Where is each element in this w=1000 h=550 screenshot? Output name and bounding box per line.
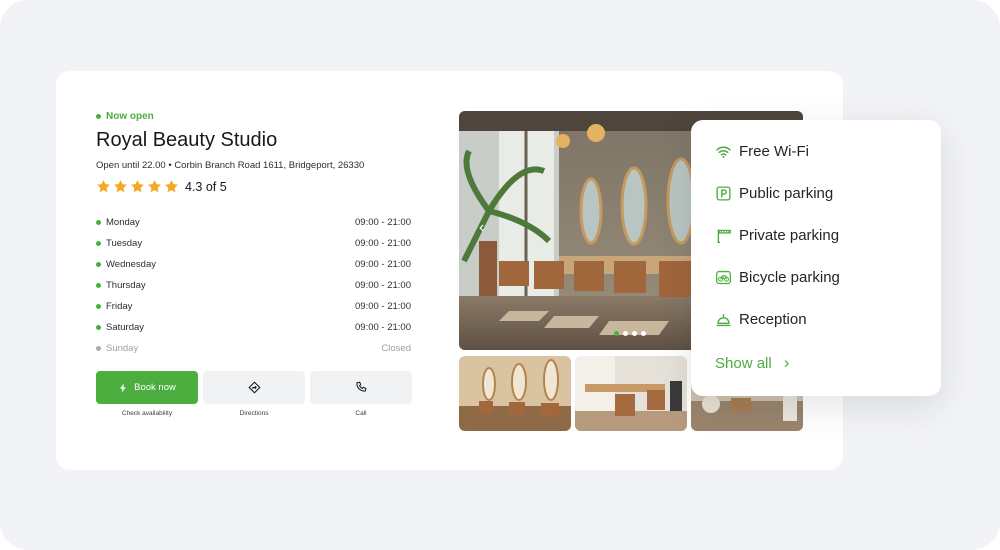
amenity-item: Private parking [715,227,839,244]
rating-text: 4.3 of 5 [185,179,227,194]
wifi-icon [716,146,731,158]
hours-value: 09:00 - 21:00 [355,217,411,228]
status-dot [96,346,101,351]
gallery-thumbnail[interactable] [459,356,571,431]
book-now-button[interactable]: Book now [96,371,198,404]
hours-value: 09:00 - 21:00 [355,259,411,270]
amenity-item: Free Wi-Fi [715,143,809,160]
amenity-item: Public parking [715,185,833,202]
hours-row: Thursday 09:00 - 21:00 [96,275,411,296]
carousel-indicators [614,331,650,336]
open-status: Now open [96,111,154,122]
hours-row: Tuesday 09:00 - 21:00 [96,233,411,254]
amenity-label: Free Wi-Fi [739,143,809,160]
star-icon [97,180,110,193]
status-dot [96,304,101,309]
status-dot [96,114,101,119]
hours-row: Saturday 09:00 - 21:00 [96,317,411,338]
amenities-panel: Free Wi-Fi Public parking Private parkin… [691,120,941,396]
gallery-thumbnail[interactable] [575,356,687,431]
book-action: Book now Check availability [96,371,198,417]
carousel-dot[interactable] [623,331,628,336]
amenity-label: Private parking [739,227,840,244]
status-text: Now open [106,111,154,122]
book-caption: Check availability [121,410,173,417]
bell-icon [716,313,731,327]
day-label: Friday [106,301,133,312]
call-caption: Call [355,410,367,417]
status-dot [96,241,101,246]
hours-row: Wednesday 09:00 - 21:00 [96,254,411,275]
directions-action: Directions [203,371,305,417]
hours-row: Monday 09:00 - 21:00 [96,212,411,233]
chevron-left-icon[interactable]: ‹ [479,219,484,237]
amenity-item: Bicycle parking [715,269,840,286]
day-label: Monday [106,217,140,228]
status-dot [96,283,101,288]
rating: 4.3 of 5 [96,179,227,194]
carousel-dot[interactable] [632,331,637,336]
salon-thumbnail-image [575,356,687,431]
carousel-dot[interactable] [614,331,619,336]
hours-value: 09:00 - 21:00 [355,238,411,249]
amenity-item: Reception [715,311,807,328]
bicycle-icon [716,270,731,285]
day-label: Wednesday [106,259,156,270]
status-dot [96,325,101,330]
phone-icon [355,381,366,392]
amenity-label: Reception [739,311,807,328]
barrier-icon [717,229,731,243]
carousel-dot[interactable] [641,331,646,336]
call-button[interactable] [310,371,412,404]
hours-value: 09:00 - 21:00 [355,280,411,291]
day-label: Thursday [106,280,146,291]
hours-row: Sunday Closed [96,338,411,359]
amenity-label: Bicycle parking [739,269,840,286]
hours-row: Friday 09:00 - 21:00 [96,296,411,317]
show-all-link[interactable]: Show all › [715,353,789,373]
day-label: Sunday [106,343,139,354]
action-bar: Book now Check availability Directions C… [96,371,417,417]
book-now-label: Book now [134,382,176,393]
amenity-label: Public parking [739,185,834,202]
lightning-icon [120,383,126,392]
day-label: Tuesday [106,238,143,249]
business-address: Open until 22.00 • Corbin Branch Road 16… [96,160,365,171]
business-name: Royal Beauty Studio [96,129,278,151]
hours-value: Closed [381,343,411,354]
status-dot [96,262,101,267]
hours-value: 09:00 - 21:00 [355,301,411,312]
salon-thumbnail-image [459,356,571,431]
status-dot [96,220,101,225]
directions-icon [247,381,261,394]
chevron-right-icon: › [783,353,790,372]
star-icon [148,180,161,193]
directions-button[interactable] [203,371,305,404]
opening-hours: Monday 09:00 - 21:00 Tuesday 09:00 - 21:… [96,212,411,359]
star-icon [114,180,127,193]
day-label: Saturday [106,322,145,333]
star-icon [165,180,178,193]
directions-caption: Directions [239,410,269,417]
star-icon [131,180,144,193]
show-all-label: Show all [715,354,772,372]
call-action: Call [310,371,412,417]
parking-icon [716,186,731,201]
hours-value: 09:00 - 21:00 [355,322,411,333]
